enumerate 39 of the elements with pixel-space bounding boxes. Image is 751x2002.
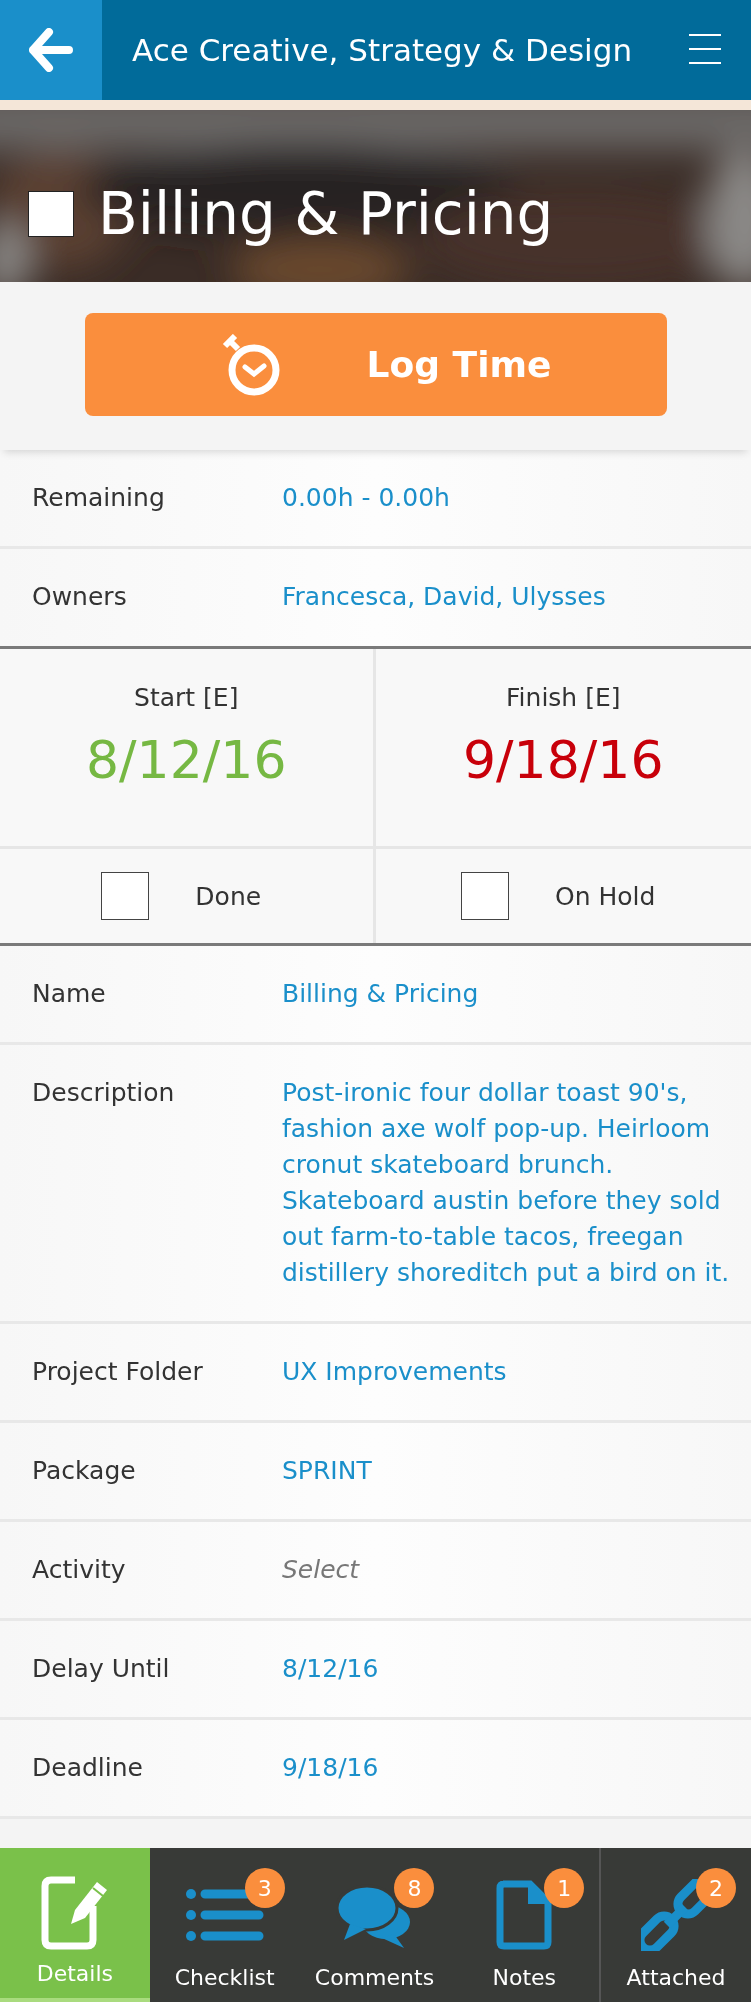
checkbox[interactable]	[101, 872, 150, 920]
checkbox-label: On Hold	[555, 881, 656, 911]
field-label: Activity	[32, 1554, 127, 1586]
back-button[interactable]	[0, 0, 102, 100]
checkbox-label: Done	[195, 881, 262, 911]
count-badge: 8	[394, 1868, 435, 1908]
date-value[interactable]: 9/18/16	[463, 730, 664, 790]
field-label: Package	[32, 1455, 137, 1487]
header-title: Ace Creative, Strategy & Design	[131, 32, 634, 68]
field-value[interactable]: Post-ironic four dollar toast 90's, fashion axe wolf pop-up. Heirloom cronut skateboard brunch. Skateboard austin before they sold out farm-to-table tacos, freegan distillery shoreditch put a bird on it.	[282, 1075, 731, 1291]
field-label: Delay Until	[32, 1653, 171, 1685]
log-time-button[interactable]: Log Time	[85, 313, 667, 416]
field-label: Project Folder	[32, 1356, 204, 1388]
field-label: Deadline	[32, 1752, 144, 1784]
field-value[interactable]: 9/18/16	[282, 1750, 731, 1786]
field-label: Owners	[32, 581, 128, 613]
field-value[interactable]: Billing & Pricing	[282, 976, 731, 1012]
field-value[interactable]: Francesca, David, Ulysses	[282, 579, 731, 615]
field-value[interactable]: UX Improvements	[282, 1354, 731, 1390]
field-label: Name	[32, 978, 107, 1010]
menu-icon	[689, 34, 721, 64]
document-icon	[496, 1880, 553, 1950]
field-label: Description	[32, 1077, 176, 1109]
checkbox[interactable]	[461, 872, 510, 920]
count-badge: 3	[244, 1868, 285, 1908]
count-badge: 2	[696, 1868, 737, 1908]
field-value[interactable]: 8/12/16	[282, 1651, 731, 1687]
field-value[interactable]: SPRINT	[282, 1453, 731, 1489]
task-title: Billing & Pricing	[98, 180, 554, 248]
date-label: Start [E]	[134, 683, 239, 712]
count-badge: 1	[544, 1868, 585, 1908]
date-value[interactable]: 8/12/16	[86, 730, 287, 790]
task-checkbox[interactable]	[28, 191, 74, 237]
field-value[interactable]: 0.00h - 0.00h	[282, 480, 731, 516]
date-label: Finish [E]	[506, 683, 621, 712]
tab[interactable]: Details	[0, 1848, 150, 2002]
select-placeholder[interactable]: Select	[282, 1552, 731, 1588]
back-arrow-icon	[29, 28, 73, 72]
field-label: Remaining	[32, 482, 166, 514]
